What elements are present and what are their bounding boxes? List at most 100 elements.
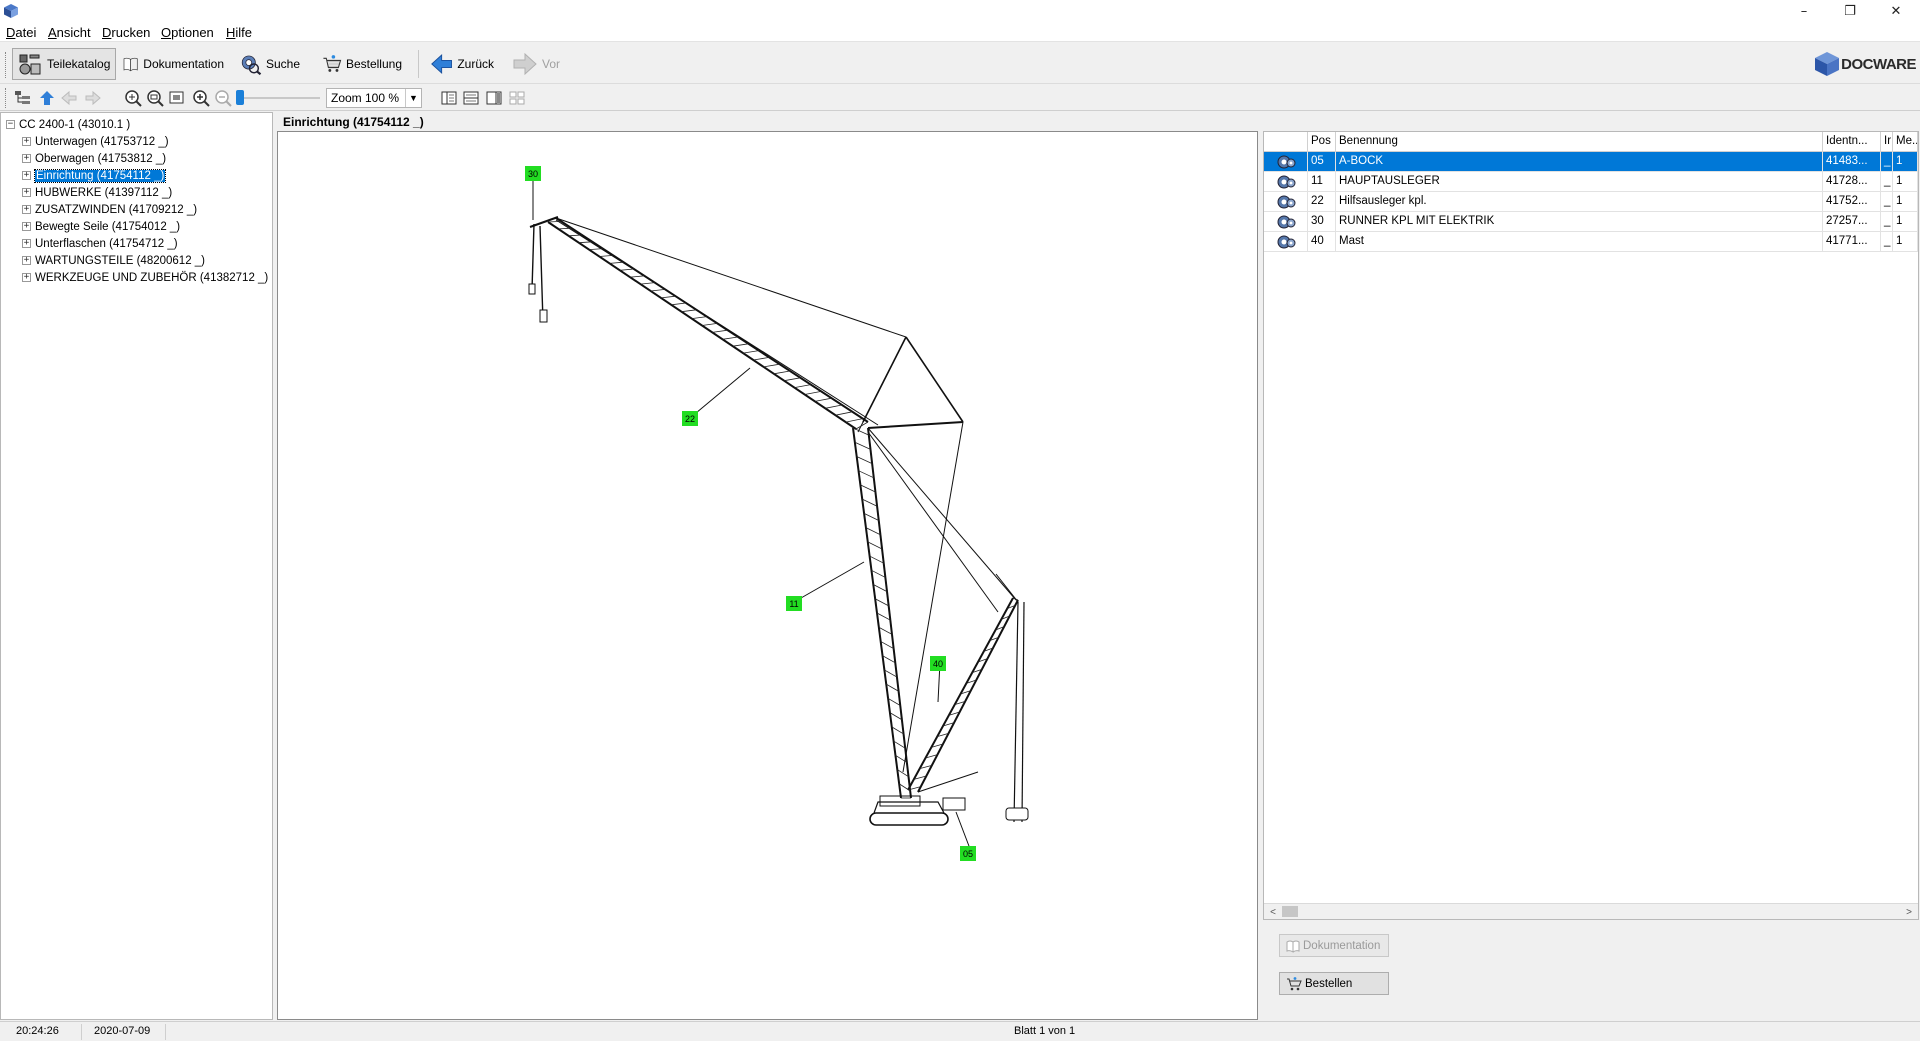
close-button[interactable]: ✕: [1873, 0, 1919, 22]
search-button[interactable]: Suche: [236, 48, 304, 80]
tree-item-wartungsteile[interactable]: + WARTUNGSTEILE (48200612 _): [22, 252, 205, 269]
table-row[interactable]: 11 HAUPTAUSLEGER 41728... _ 1: [1264, 172, 1918, 192]
toolbar2-grip[interactable]: [5, 88, 8, 108]
horizontal-scrollbar[interactable]: < >: [1264, 903, 1918, 919]
toolbar-separator: [418, 50, 419, 78]
zoom-window-icon[interactable]: [146, 89, 164, 107]
documentation-button[interactable]: Dokumentation: [118, 48, 228, 80]
minimize-button[interactable]: –: [1781, 0, 1827, 22]
zoom-select[interactable]: Zoom 100 % ▼: [326, 88, 422, 108]
zoom-slider-track[interactable]: [240, 97, 320, 99]
expand-icon[interactable]: +: [22, 239, 31, 248]
app-icon: [4, 4, 18, 18]
order-action-button[interactable]: Bestellen: [1279, 972, 1389, 995]
expand-icon[interactable]: +: [22, 154, 31, 163]
tree-item-einrichtung[interactable]: + Einrichtung (41754112 _): [22, 167, 167, 184]
zoom-fit-icon[interactable]: [124, 89, 142, 107]
drawing-title: Einrichtung (41754112 _): [283, 115, 424, 129]
scroll-right-icon[interactable]: >: [1902, 905, 1916, 919]
col-pos[interactable]: Pos: [1308, 132, 1336, 152]
part-gear-icon: [1264, 152, 1308, 172]
tree-item-label[interactable]: Bewegte Seile (41754012 _): [35, 221, 180, 233]
expand-icon[interactable]: +: [22, 137, 31, 146]
tree-item-unterflaschen[interactable]: + Unterflaschen (41754712 _): [22, 235, 178, 252]
expand-icon[interactable]: +: [22, 205, 31, 214]
order-button[interactable]: Bestellung: [318, 48, 406, 80]
collapse-icon[interactable]: −: [6, 120, 15, 129]
book-icon: [123, 57, 138, 72]
row-ident: 27257...: [1823, 212, 1881, 232]
menu-bar: Datei Ansicht Drucken Optionen Hilfe: [0, 22, 1920, 42]
expand-icon[interactable]: +: [22, 256, 31, 265]
row-name: HAUPTAUSLEGER: [1336, 172, 1823, 192]
callout-label[interactable]: 40: [933, 659, 943, 669]
toolbar-grip[interactable]: [5, 52, 8, 78]
tree-root-label[interactable]: CC 2400-1 (43010.1 ): [19, 119, 130, 131]
tree-item-label[interactable]: WERKZEUGE UND ZUBEHÖR (41382712 _): [35, 272, 268, 284]
documentation-action-button[interactable]: Dokumentation: [1279, 934, 1389, 957]
col-icon[interactable]: [1264, 132, 1308, 152]
menu-ansicht[interactable]: Ansicht: [48, 25, 91, 40]
back-button[interactable]: Zurück: [426, 48, 498, 80]
menu-datei[interactable]: Datei: [6, 25, 36, 40]
tree-item-werkzeuge[interactable]: + WERKZEUGE UND ZUBEHÖR (41382712 _): [22, 269, 268, 286]
tree-root[interactable]: − CC 2400-1 (43010.1 ): [6, 116, 130, 133]
layout-rows-icon[interactable]: [462, 89, 480, 107]
tree-item-label[interactable]: Unterflaschen (41754712 _): [35, 238, 178, 250]
menu-optionen[interactable]: Optionen: [161, 25, 214, 40]
menu-hilfe[interactable]: Hilfe: [226, 25, 252, 40]
restore-button[interactable]: ❐: [1827, 0, 1873, 22]
next-icon[interactable]: [84, 89, 102, 107]
status-date: 2020-07-09: [90, 1024, 166, 1040]
expand-icon[interactable]: +: [22, 222, 31, 231]
tree-item-oberwagen[interactable]: + Oberwagen (41753812 _): [22, 150, 166, 167]
layout-columns-icon[interactable]: [485, 89, 503, 107]
scroll-thumb[interactable]: [1282, 906, 1298, 917]
zoom-slider-thumb[interactable]: [236, 90, 244, 105]
tree-item-label-selected[interactable]: Einrichtung (41754112 _): [33, 168, 167, 183]
callout-label[interactable]: 05: [963, 849, 973, 859]
tree-item-label[interactable]: Unterwagen (41753712 _): [35, 136, 169, 148]
callout-label[interactable]: 22: [685, 414, 695, 424]
scroll-left-icon[interactable]: <: [1266, 905, 1280, 919]
exploded-drawing-view[interactable]: 30 22 11 40 05: [277, 131, 1258, 1020]
tree-item-label[interactable]: WARTUNGSTEILE (48200612 _): [35, 255, 205, 267]
chevron-down-icon[interactable]: ▼: [405, 89, 421, 107]
tree-toggle-icon[interactable]: [14, 89, 32, 107]
tree-item-label[interactable]: HUBWERKE (41397112 _): [35, 187, 172, 199]
tree-item-label[interactable]: Oberwagen (41753812 _): [35, 153, 166, 165]
prev-icon[interactable]: [60, 89, 78, 107]
expand-icon[interactable]: +: [22, 171, 31, 180]
tree-item-hubwerke[interactable]: + HUBWERKE (41397112 _): [22, 184, 172, 201]
table-row[interactable]: 22 Hilfsausleger kpl. 41752... _ 1: [1264, 192, 1918, 212]
expand-icon[interactable]: +: [22, 273, 31, 282]
table-row[interactable]: 40 Mast 41771... _ 1: [1264, 232, 1918, 252]
layout-tree-icon[interactable]: [440, 89, 458, 107]
col-menge[interactable]: Me...: [1893, 132, 1918, 152]
menu-drucken[interactable]: Drucken: [102, 25, 150, 40]
forward-button[interactable]: Vor: [508, 48, 564, 80]
documentation-label: Dokumentation: [143, 57, 224, 71]
parts-table-header: Pos Benennung Identn... Ir Me...: [1264, 132, 1918, 152]
expand-icon[interactable]: +: [22, 188, 31, 197]
row-pos: 11: [1308, 172, 1336, 192]
tree-item-zusatzwinden[interactable]: + ZUSATZWINDEN (41709212 _): [22, 201, 197, 218]
tree-item-label[interactable]: ZUSATZWINDEN (41709212 _): [35, 204, 197, 216]
search-gear-icon: [241, 55, 262, 76]
callout-label[interactable]: 11: [789, 599, 798, 609]
callout-label[interactable]: 30: [528, 169, 538, 179]
zoom-out-icon[interactable]: [214, 89, 232, 107]
col-identnr[interactable]: Identn...: [1823, 132, 1881, 152]
table-row[interactable]: 30 RUNNER KPL MIT ELEKTRIK 27257... _ 1: [1264, 212, 1918, 232]
col-benennung[interactable]: Benennung: [1336, 132, 1823, 152]
tree-item-bewegte-seile[interactable]: + Bewegte Seile (41754012 _): [22, 218, 180, 235]
arrow-up-icon[interactable]: [38, 89, 56, 107]
zoom-page-icon[interactable]: [168, 89, 186, 107]
layout-grid-icon[interactable]: [508, 89, 526, 107]
tree-item-unterwagen[interactable]: + Unterwagen (41753712 _): [22, 133, 169, 150]
zoom-in-icon[interactable]: [192, 89, 210, 107]
order-label: Bestellung: [345, 57, 402, 71]
table-row[interactable]: 05 A-BOCK 41483... _ 1: [1264, 152, 1918, 172]
col-ir[interactable]: Ir: [1881, 132, 1893, 152]
parts-catalog-button[interactable]: Teilekatalog: [12, 48, 116, 80]
